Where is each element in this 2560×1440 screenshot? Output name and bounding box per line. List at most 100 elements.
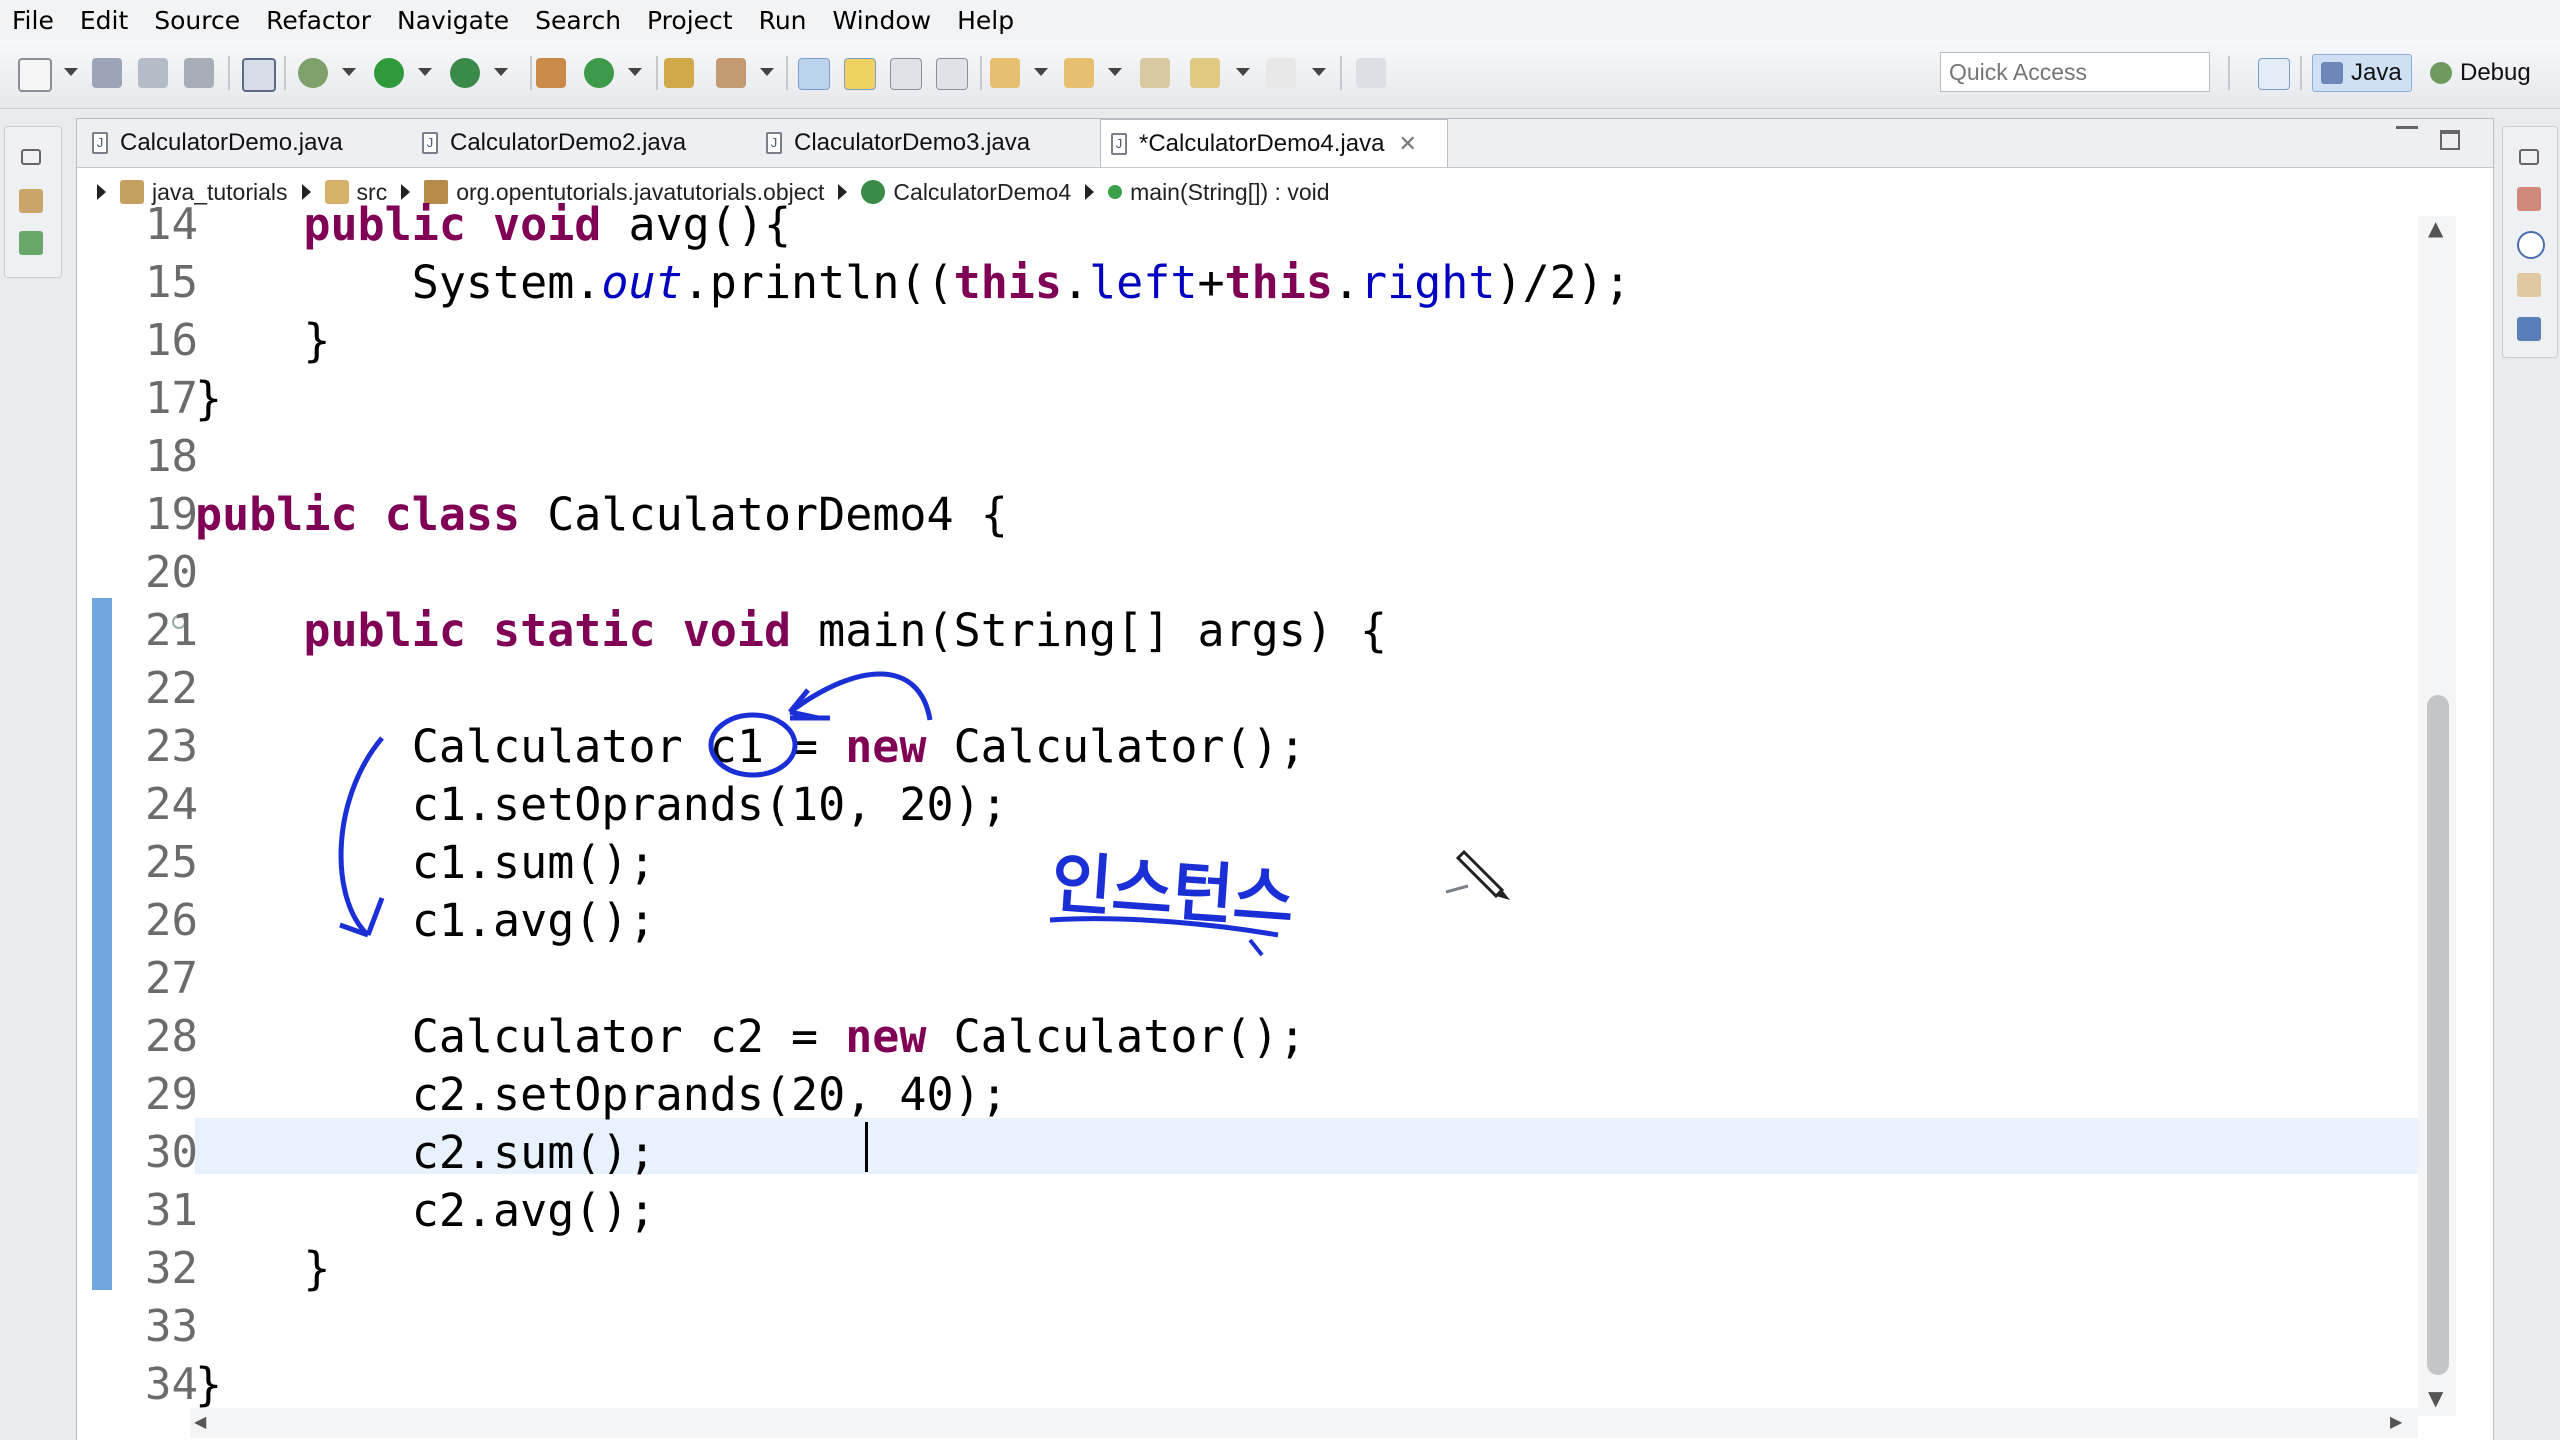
declaration-icon[interactable] — [2517, 273, 2541, 297]
horizontal-scrollbar[interactable]: ◀ ▶ — [190, 1408, 2418, 1438]
pin-icon[interactable] — [1356, 58, 1386, 88]
vertical-scroll-thumb[interactable] — [2427, 695, 2449, 1375]
coverage-dropdown-icon[interactable] — [494, 68, 508, 76]
code-line-31: c2.avg(); — [195, 1184, 656, 1237]
scroll-left-icon[interactable]: ◀ — [194, 1412, 206, 1431]
line-number: 24 — [145, 779, 198, 830]
code-line-24: c1.setOprands(10, 20); — [195, 778, 1008, 831]
last-edit-icon[interactable] — [1140, 58, 1170, 88]
code-line-25: c1.sum(); — [195, 836, 656, 889]
open-perspective-icon[interactable] — [2258, 58, 2290, 90]
back-icon[interactable] — [1190, 58, 1220, 88]
line-number-ruler: 14 15 16 17 18 19 20 21 22 23 24 25 26 27 28 29 30 31 32 33… — [108, 196, 198, 1414]
code-line-34: } — [195, 1358, 223, 1411]
mark-occurrences-icon[interactable] — [798, 58, 830, 90]
menu-help[interactable]: Help — [957, 6, 1014, 35]
forward-icon[interactable] — [1266, 58, 1296, 88]
tab-label: *CalculatorDemo4.java — [1139, 129, 1385, 157]
perspective-debug-button[interactable]: Debug — [2424, 54, 2531, 92]
line-number: 27 — [145, 953, 198, 1004]
menu-search[interactable]: Search — [535, 6, 621, 35]
print-icon[interactable] — [184, 58, 214, 88]
debug-icon[interactable] — [298, 58, 328, 88]
run-dropdown-icon[interactable] — [418, 68, 432, 76]
prev-annotation-dropdown-icon[interactable] — [1108, 68, 1122, 76]
line-number: 15 — [145, 257, 198, 308]
prev-annotation-icon[interactable] — [1064, 58, 1094, 88]
debug-dropdown-icon[interactable] — [342, 68, 356, 76]
code-line-28: Calculator c2 = new Calculator(); — [195, 1010, 1306, 1063]
line-number: 33 — [145, 1301, 198, 1352]
menu-edit[interactable]: Edit — [80, 6, 128, 35]
forward-dropdown-icon[interactable] — [1312, 68, 1326, 76]
tab-calculatordemo4[interactable]: J *CalculatorDemo4.java ✕ — [1100, 119, 1448, 167]
search-icon[interactable] — [716, 58, 746, 88]
console-icon[interactable] — [2517, 317, 2541, 341]
menu-navigate[interactable]: Navigate — [397, 6, 509, 35]
new-icon[interactable] — [18, 58, 52, 92]
perspective-java-button[interactable]: Java — [2312, 54, 2412, 92]
javadoc-icon[interactable] — [2517, 231, 2545, 259]
next-annotation-dropdown-icon[interactable] — [1034, 68, 1048, 76]
scroll-right-icon[interactable]: ▶ — [2390, 1412, 2402, 1431]
scroll-down-icon[interactable]: ▼ — [2428, 1386, 2443, 1410]
skip-breakpoints-icon[interactable] — [242, 58, 276, 92]
code-line-32: } — [195, 1242, 331, 1295]
menu-window[interactable]: Window — [833, 6, 932, 35]
package-explorer-icon[interactable] — [19, 189, 43, 213]
debug-perspective-icon — [2430, 62, 2452, 84]
code-line-14: public void avg(){ — [303, 198, 792, 251]
new-java-project-icon[interactable] — [536, 58, 566, 88]
quick-access-input[interactable] — [1940, 52, 2210, 92]
maximize-editor-icon[interactable] — [2440, 130, 2460, 150]
back-dropdown-icon[interactable] — [1236, 68, 1250, 76]
hierarchy-icon[interactable] — [19, 231, 43, 255]
line-number: 30 — [145, 1127, 198, 1178]
show-whitespace-icon[interactable] — [936, 58, 968, 90]
line-number: 25 — [145, 837, 198, 888]
code-line-21: public static void main(String[] args) { — [303, 604, 1388, 657]
line-number: 14 — [145, 199, 198, 250]
new-class-icon[interactable] — [584, 58, 614, 88]
minimize-editor-icon[interactable] — [2396, 126, 2418, 135]
coverage-icon[interactable] — [450, 58, 480, 88]
line-number: 28 — [145, 1011, 198, 1062]
run-icon[interactable] — [374, 58, 404, 88]
menu-file[interactable]: File — [12, 6, 54, 35]
toggle-block-icon[interactable] — [844, 58, 876, 90]
code-lines[interactable]: public void avg(){ System.out.println((t… — [195, 196, 1631, 1414]
pen-cursor-icon — [1456, 849, 1510, 900]
code-line-16: } — [195, 314, 331, 367]
menu-source[interactable]: Source — [154, 6, 240, 35]
menu-run[interactable]: Run — [759, 6, 807, 35]
toggle-breadcrumb-icon[interactable] — [890, 58, 922, 90]
search-dropdown-icon[interactable] — [760, 68, 774, 76]
line-number: 20 — [145, 547, 198, 598]
close-tab-icon[interactable]: ✕ — [1398, 131, 1416, 157]
task-list-icon[interactable] — [2517, 187, 2541, 211]
scroll-up-icon[interactable]: ▲ — [2428, 216, 2443, 240]
code-line-19: public class CalculatorDemo4 { — [195, 488, 1008, 541]
line-number: 21 — [145, 605, 198, 656]
save-icon[interactable] — [92, 58, 122, 88]
new-class-dropdown-icon[interactable] — [628, 68, 642, 76]
tab-claculatordemo3[interactable]: J ClaculatorDemo3.java — [766, 119, 1030, 167]
restore-icon[interactable] — [2519, 149, 2539, 165]
line-number: 23 — [145, 721, 198, 772]
restore-icon[interactable] — [21, 149, 41, 165]
menu-refactor[interactable]: Refactor — [266, 6, 371, 35]
new-dropdown-icon[interactable] — [64, 68, 78, 76]
text-caret — [865, 1122, 868, 1172]
open-type-icon[interactable] — [664, 58, 694, 88]
menu-project[interactable]: Project — [647, 6, 733, 35]
tab-calculatordemo2[interactable]: J CalculatorDemo2.java — [422, 119, 686, 167]
code-line-26: c1.avg(); — [195, 894, 656, 947]
tab-calculatordemo[interactable]: J CalculatorDemo.java — [92, 119, 343, 167]
next-annotation-icon[interactable] — [990, 58, 1020, 88]
code-line-15: System.out.println((this.left+this.right… — [195, 256, 1631, 309]
save-all-icon[interactable] — [138, 58, 168, 88]
right-minimized-views — [2502, 126, 2558, 358]
breadcrumb-arrow-icon[interactable] — [97, 184, 106, 200]
